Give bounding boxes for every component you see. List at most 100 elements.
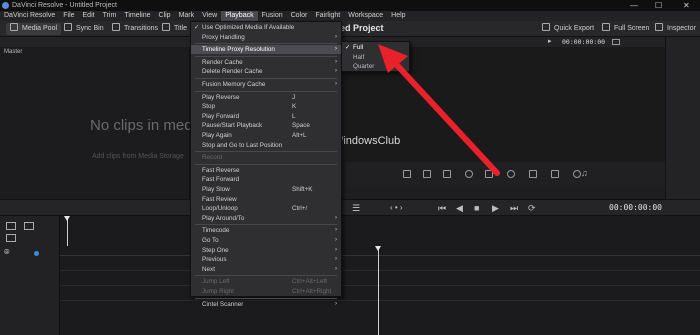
davinci-logo-icon [2, 2, 9, 9]
playback-menu-item[interactable]: Timeline Proxy Resolution › [191, 45, 341, 55]
playback-menu-item[interactable]: Render Cache › [191, 58, 341, 67]
playback-menu-item[interactable]: Delete Render Cache › [191, 67, 341, 76]
menu-trim[interactable]: Trim [99, 11, 121, 21]
menu-fairlight[interactable]: Fairlight [311, 11, 344, 21]
speed-icon[interactable] [507, 170, 515, 178]
empty-media-title: No clips in medi [90, 117, 196, 134]
proxy-option-half[interactable]: Half [342, 53, 409, 62]
timeline-options-icon[interactable]: ☰ [352, 203, 360, 214]
menu-playback[interactable]: Playback [221, 11, 258, 21]
menu-item-label: Play Slow [202, 186, 230, 193]
playback-menu-item[interactable]: Previous › [191, 255, 341, 264]
full-screen-button[interactable]: Full Screen [602, 23, 649, 35]
playback-menu-item[interactable]: Proxy Handling › [191, 33, 341, 42]
play-icon[interactable]: ▶ [492, 204, 501, 213]
export-icon [542, 23, 550, 31]
menu-davinci[interactable]: DaVinci Resolve [0, 11, 59, 21]
playback-menu-item[interactable]: Fusion Memory Cache › [191, 80, 341, 89]
track-row[interactable] [60, 272, 700, 286]
menu-fusion[interactable]: Fusion [258, 11, 287, 21]
window-title: DaVinci Resolve - Untitled Project [12, 2, 117, 9]
open-fx-icon[interactable] [465, 170, 473, 178]
playback-menu-item[interactable]: Play Around/To › [191, 214, 341, 223]
master-bin-label[interactable]: Master [4, 49, 22, 55]
playback-menu-item[interactable]: Pause/Start Playback Space [191, 121, 341, 130]
menu-file[interactable]: File [59, 11, 78, 21]
transitions-button[interactable]: Transitions [112, 23, 158, 35]
titles-button[interactable]: Title [162, 23, 187, 35]
playback-menu-item[interactable]: Fast Forward [191, 175, 341, 184]
track-tool-icon-2[interactable] [24, 222, 34, 230]
go-to-end-icon[interactable]: ⏭ [510, 204, 519, 213]
minimize-icon[interactable]: — [630, 0, 638, 11]
titles-icon [162, 23, 170, 31]
sync-bin-icon [64, 23, 72, 31]
stop-icon[interactable]: ■ [474, 204, 483, 213]
playback-menu-item[interactable]: Cintel Scanner › [191, 300, 341, 309]
media-pool-label: Media Pool [22, 25, 58, 32]
menu-item-label: Fast Forward [202, 176, 240, 184]
menu-edit[interactable]: Edit [79, 11, 99, 21]
menu-item-label: Stop [202, 103, 215, 111]
playback-menu-item[interactable]: Timecode › [191, 226, 341, 235]
menu-workspace[interactable]: Workspace [344, 11, 387, 21]
smart-reframe-icon[interactable] [573, 170, 581, 178]
viewer-options-icon[interactable] [612, 39, 620, 45]
close-icon[interactable]: ✕ [683, 0, 690, 11]
playback-menu-item[interactable]: Go To › [191, 236, 341, 245]
menu-mark[interactable]: Mark [175, 11, 199, 21]
quick-export-button[interactable]: Quick Export [542, 23, 594, 35]
go-to-start-icon[interactable]: ⏮ [438, 204, 447, 213]
play-head-icon: ▸ [548, 38, 552, 45]
track-row[interactable] [60, 257, 700, 271]
chevron-right-icon: › [335, 300, 337, 307]
loop-icon[interactable]: ⟳ [528, 204, 537, 213]
maximize-icon[interactable]: ☐ [655, 0, 662, 11]
viewer-controls: ♫ [345, 162, 665, 187]
annotations-icon[interactable] [485, 170, 493, 178]
audio-meter-panel [665, 37, 700, 202]
crop-icon[interactable] [423, 170, 431, 178]
menu-color[interactable]: Color [287, 11, 312, 21]
menu-view[interactable]: View [198, 11, 221, 21]
proxy-option-full[interactable]: ✓ Full [342, 43, 409, 52]
media-pool-button[interactable]: Media Pool [6, 23, 62, 35]
playback-menu-item[interactable]: Play Slow Shift+K [191, 185, 341, 194]
playback-menu-item[interactable]: Play Forward L [191, 112, 341, 121]
playback-menu-item[interactable]: Loop/Unloop Ctrl+/ [191, 204, 341, 213]
transform-icon[interactable] [403, 170, 411, 178]
playback-menu-item[interactable]: Fast Reverse [191, 166, 341, 175]
playback-menu-item[interactable]: Play Again Alt+L [191, 131, 341, 140]
menu-separator [195, 163, 337, 165]
menu-separator [195, 90, 337, 92]
playback-menu-item[interactable]: Fast Review [191, 195, 341, 204]
playback-menu-item[interactable]: Stop and Go to Last Position [191, 141, 341, 150]
menu-timeline[interactable]: Timeline [120, 11, 154, 21]
music-note-icon[interactable]: ♫ [581, 168, 588, 178]
dynamic-zoom-icon[interactable] [443, 170, 451, 178]
playback-menu-item[interactable]: Next › [191, 265, 341, 274]
magnet-icon[interactable]: ⦾ [4, 249, 10, 257]
inspector-button[interactable]: Inspector [655, 23, 696, 35]
top-playhead[interactable] [64, 216, 70, 246]
track-tool-icon[interactable] [6, 222, 16, 230]
fusion-overlay-icon[interactable] [529, 170, 537, 178]
stabilize-icon[interactable] [551, 170, 559, 178]
playhead[interactable] [375, 246, 381, 335]
chevron-right-icon: › [335, 265, 337, 272]
track-tool-icon-3[interactable] [6, 234, 16, 242]
playback-menu-item[interactable]: ✓ Use Optimized Media If Available [191, 23, 341, 32]
jog-control-icon[interactable]: ‹ • › [390, 203, 403, 212]
track-row[interactable] [60, 287, 700, 301]
menu-clip[interactable]: Clip [155, 11, 175, 21]
playback-menu-item[interactable]: Step One › [191, 246, 341, 255]
check-icon: ✓ [345, 44, 351, 51]
submenu-item-label: Half [353, 53, 365, 61]
playback-menu-item[interactable]: Play Reverse J [191, 93, 341, 102]
playback-menu-item[interactable]: Stop K [191, 102, 341, 111]
sync-bin-button[interactable]: Sync Bin [64, 23, 104, 35]
menu-item-label: Fast Review [202, 195, 237, 203]
proxy-option-quarter[interactable]: Quarter [342, 62, 409, 71]
play-reverse-icon[interactable]: ◀ [456, 204, 465, 213]
menu-help[interactable]: Help [387, 11, 409, 21]
